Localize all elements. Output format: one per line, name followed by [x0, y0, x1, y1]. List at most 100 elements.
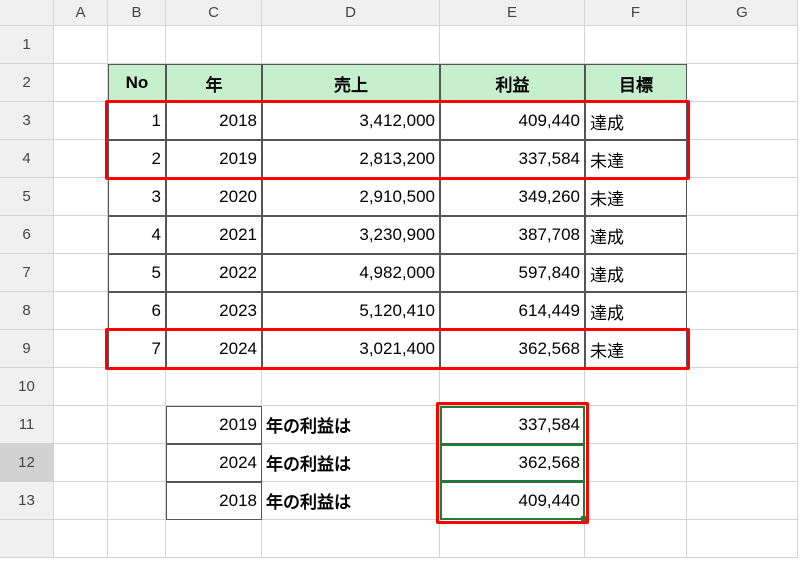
row-header-8[interactable]: 8	[0, 292, 54, 330]
lookup-profit-1[interactable]: 362,568	[440, 444, 585, 482]
table-row-4-goal[interactable]: 達成	[585, 254, 687, 292]
row-header-7[interactable]: 7	[0, 254, 54, 292]
cell-A12[interactable]	[54, 444, 108, 482]
cell-C1[interactable]	[166, 26, 262, 64]
col-header-A[interactable]: A	[54, 0, 108, 26]
row-header-9[interactable]: 9	[0, 330, 54, 368]
lookup-year-2[interactable]: 2018	[166, 482, 262, 520]
cell-F10[interactable]	[585, 368, 687, 406]
table-header-C[interactable]: 年	[166, 64, 262, 102]
row-header-12[interactable]: 12	[0, 444, 54, 482]
cell-G11[interactable]	[687, 406, 798, 444]
col-header-G[interactable]: G	[687, 0, 798, 26]
table-row-4-sales[interactable]: 4,982,000	[262, 254, 440, 292]
cell-C14[interactable]	[166, 520, 262, 558]
row-header-6[interactable]: 6	[0, 216, 54, 254]
cell-G2[interactable]	[687, 64, 798, 102]
table-row-1-year[interactable]: 2019	[166, 140, 262, 178]
cell-A14[interactable]	[54, 520, 108, 558]
table-row-3-goal[interactable]: 達成	[585, 216, 687, 254]
table-row-6-goal[interactable]: 未達	[585, 330, 687, 368]
lookup-year-0[interactable]: 2019	[166, 406, 262, 444]
cell-E10[interactable]	[440, 368, 585, 406]
table-row-6-year[interactable]: 2024	[166, 330, 262, 368]
cell-G6[interactable]	[687, 216, 798, 254]
row-header-4[interactable]: 4	[0, 140, 54, 178]
cell-F1[interactable]	[585, 26, 687, 64]
table-row-3-no[interactable]: 4	[108, 216, 166, 254]
cell-A6[interactable]	[54, 216, 108, 254]
table-header-E[interactable]: 利益	[440, 64, 585, 102]
cell-A4[interactable]	[54, 140, 108, 178]
cell-D14[interactable]	[262, 520, 440, 558]
cell-G4[interactable]	[687, 140, 798, 178]
table-header-B[interactable]: No	[108, 64, 166, 102]
cell-D10[interactable]	[262, 368, 440, 406]
cell-B12[interactable]	[108, 444, 166, 482]
table-header-F[interactable]: 目標	[585, 64, 687, 102]
table-row-5-year[interactable]: 2023	[166, 292, 262, 330]
table-row-2-year[interactable]: 2020	[166, 178, 262, 216]
cell-A9[interactable]	[54, 330, 108, 368]
table-row-5-no[interactable]: 6	[108, 292, 166, 330]
cell-E1[interactable]	[440, 26, 585, 64]
row-header-14[interactable]	[0, 520, 54, 558]
table-row-5-goal[interactable]: 達成	[585, 292, 687, 330]
col-header-D[interactable]: D	[262, 0, 440, 26]
row-header-13[interactable]: 13	[0, 482, 54, 520]
table-row-5-sales[interactable]: 5,120,410	[262, 292, 440, 330]
cell-G3[interactable]	[687, 102, 798, 140]
row-header-11[interactable]: 11	[0, 406, 54, 444]
row-header-5[interactable]: 5	[0, 178, 54, 216]
lookup-year-1[interactable]: 2024	[166, 444, 262, 482]
table-row-4-profit[interactable]: 597,840	[440, 254, 585, 292]
row-header-10[interactable]: 10	[0, 368, 54, 406]
table-row-2-goal[interactable]: 未達	[585, 178, 687, 216]
cell-A7[interactable]	[54, 254, 108, 292]
cell-F14[interactable]	[585, 520, 687, 558]
table-row-2-sales[interactable]: 2,910,500	[262, 178, 440, 216]
table-row-1-sales[interactable]: 2,813,200	[262, 140, 440, 178]
col-header-E[interactable]: E	[440, 0, 585, 26]
table-row-6-profit[interactable]: 362,568	[440, 330, 585, 368]
cell-F13[interactable]	[585, 482, 687, 520]
table-row-3-sales[interactable]: 3,230,900	[262, 216, 440, 254]
lookup-profit-2[interactable]: 409,440	[440, 482, 585, 520]
col-header-C[interactable]: C	[166, 0, 262, 26]
col-header-F[interactable]: F	[585, 0, 687, 26]
cell-B1[interactable]	[108, 26, 166, 64]
table-row-1-goal[interactable]: 未達	[585, 140, 687, 178]
table-row-0-no[interactable]: 1	[108, 102, 166, 140]
table-row-2-no[interactable]: 3	[108, 178, 166, 216]
lookup-profit-0[interactable]: 337,584	[440, 406, 585, 444]
table-row-1-no[interactable]: 2	[108, 140, 166, 178]
row-header-2[interactable]: 2	[0, 64, 54, 102]
cell-B11[interactable]	[108, 406, 166, 444]
cell-A10[interactable]	[54, 368, 108, 406]
table-row-6-no[interactable]: 7	[108, 330, 166, 368]
spreadsheet-grid[interactable]: ABCDEFG12No年売上利益目標3120183,412,000409,440…	[0, 0, 800, 558]
table-row-6-sales[interactable]: 3,021,400	[262, 330, 440, 368]
cell-G14[interactable]	[687, 520, 798, 558]
cell-G9[interactable]	[687, 330, 798, 368]
table-row-4-no[interactable]: 5	[108, 254, 166, 292]
cell-G7[interactable]	[687, 254, 798, 292]
select-all-corner[interactable]	[0, 0, 54, 26]
cell-F12[interactable]	[585, 444, 687, 482]
cell-G12[interactable]	[687, 444, 798, 482]
table-row-3-year[interactable]: 2021	[166, 216, 262, 254]
cell-A1[interactable]	[54, 26, 108, 64]
cell-A3[interactable]	[54, 102, 108, 140]
table-row-3-profit[interactable]: 387,708	[440, 216, 585, 254]
row-header-1[interactable]: 1	[0, 26, 54, 64]
cell-A11[interactable]	[54, 406, 108, 444]
cell-G10[interactable]	[687, 368, 798, 406]
table-row-1-profit[interactable]: 337,584	[440, 140, 585, 178]
cell-A5[interactable]	[54, 178, 108, 216]
cell-G8[interactable]	[687, 292, 798, 330]
cell-F11[interactable]	[585, 406, 687, 444]
cell-B10[interactable]	[108, 368, 166, 406]
cell-D1[interactable]	[262, 26, 440, 64]
cell-B14[interactable]	[108, 520, 166, 558]
table-row-5-profit[interactable]: 614,449	[440, 292, 585, 330]
